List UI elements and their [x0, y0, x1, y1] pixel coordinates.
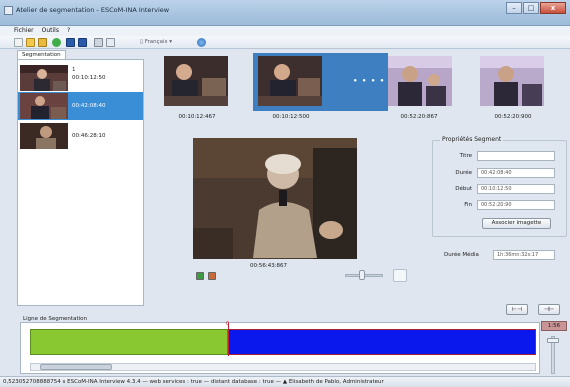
frame-time: 00:52:20:900: [494, 114, 532, 120]
window-controls: – □ x: [505, 2, 566, 15]
maximize-button[interactable]: □: [523, 2, 539, 14]
app-icon: [4, 6, 13, 15]
menu-help[interactable]: ?: [67, 26, 70, 36]
timeline-scrollbar-thumb[interactable]: [40, 364, 112, 370]
filmstrip-frame[interactable]: [480, 56, 544, 106]
window-title: Atelier de segmentation - ESCoM-INA Inte…: [16, 6, 170, 14]
export-icon[interactable]: [106, 38, 115, 47]
segment-row[interactable]: 00:42:08:40: [18, 92, 143, 120]
filmstrip-frame[interactable]: [258, 56, 322, 106]
chevron-down-icon: ▾: [167, 39, 172, 45]
filmstrip-frame[interactable]: [388, 56, 452, 106]
title-label: Titre: [459, 153, 472, 159]
menu-fichier[interactable]: Fichier: [14, 26, 34, 36]
segment-row[interactable]: 1 00:10:12:50: [18, 64, 143, 92]
close-button[interactable]: x: [540, 2, 566, 14]
menu-bar: Fichier Outils ?: [0, 26, 570, 36]
frame-time: 00:52:20:867: [400, 114, 438, 120]
folder-dropdown-icon[interactable]: [38, 38, 47, 47]
end-label: Fin: [464, 202, 472, 208]
frame-time: 00:10:12:500: [272, 114, 310, 120]
mute-button[interactable]: [393, 269, 407, 282]
media-duration-field: 1h:36mn:32s:17: [493, 250, 555, 260]
stop-button[interactable]: [208, 272, 216, 280]
toolbar: ▯ Français ▾: [0, 36, 570, 49]
frame-time: 00:10:12:467: [178, 114, 216, 120]
filmstrip: • • • • 00:10:12:467 00:10:12:500 00:52:…: [148, 50, 568, 128]
properties-title: Propriétés Segment: [440, 136, 504, 143]
status-text: 0,523052708888754 s ESCoM-INA Interview …: [3, 379, 282, 385]
segment-thumbnail: [20, 93, 68, 119]
segment-time: 00:46:28:10: [72, 133, 106, 139]
segment-time: 00:10:12:50: [72, 75, 106, 81]
segment-thumbnail: [20, 65, 68, 91]
timeline-segment[interactable]: [30, 329, 228, 355]
split-segment-button[interactable]: ⊢⊣: [506, 304, 528, 315]
minimize-button[interactable]: –: [506, 2, 522, 14]
duration-field[interactable]: 00:42:08:40: [477, 168, 555, 178]
video-player[interactable]: [193, 138, 357, 259]
segment-row[interactable]: 00:46:28:10: [18, 122, 143, 150]
menu-outils[interactable]: Outils: [42, 26, 59, 36]
filmstrip-frame[interactable]: [164, 56, 228, 106]
print-icon[interactable]: [94, 38, 103, 47]
start-label: Début: [455, 186, 472, 192]
refresh-icon[interactable]: [52, 38, 61, 47]
zoom-slider-thumb[interactable]: [547, 338, 559, 343]
language-selector[interactable]: ▯ Français ▾: [140, 38, 172, 47]
save-all-icon[interactable]: [78, 38, 87, 47]
title-bar: Atelier de segmentation - ESCoM-INA Inte…: [0, 0, 570, 26]
duration-label: Durée: [455, 170, 472, 176]
open-folder-icon[interactable]: [26, 38, 35, 47]
help-icon[interactable]: [197, 38, 206, 47]
filmstrip-gap: • • • •: [353, 77, 386, 85]
segmentation-list: 1 00:10:12:50 00:42:08:40 00:46:28:10: [17, 59, 144, 306]
status-user: Elisabeth de Pablo, Administrateur: [288, 379, 384, 385]
timeline-cursor[interactable]: [228, 323, 229, 356]
timeline-segment[interactable]: [228, 329, 536, 355]
volume-slider-thumb[interactable]: [359, 270, 365, 280]
zoom-level: 1:56: [541, 321, 567, 331]
player-time: 00:56:43:867: [250, 263, 288, 269]
media-duration-label: Durée Média: [444, 252, 479, 258]
merge-segment-button[interactable]: ⊣⊢: [538, 304, 560, 315]
segment-thumbnail: [20, 123, 68, 149]
segment-time: 00:42:08:40: [72, 103, 106, 109]
title-field[interactable]: [477, 151, 555, 161]
status-bar: 0,523052708888754 s ESCoM-INA Interview …: [0, 376, 570, 387]
cursor-marker: 0: [226, 321, 230, 327]
end-field[interactable]: 00:52:20:90: [477, 200, 555, 210]
associate-thumbnail-button[interactable]: Associer imagette: [482, 218, 551, 229]
new-file-icon[interactable]: [14, 38, 23, 47]
save-icon[interactable]: [66, 38, 75, 47]
start-field[interactable]: 00:10:12:50: [477, 184, 555, 194]
play-button[interactable]: [196, 272, 204, 280]
